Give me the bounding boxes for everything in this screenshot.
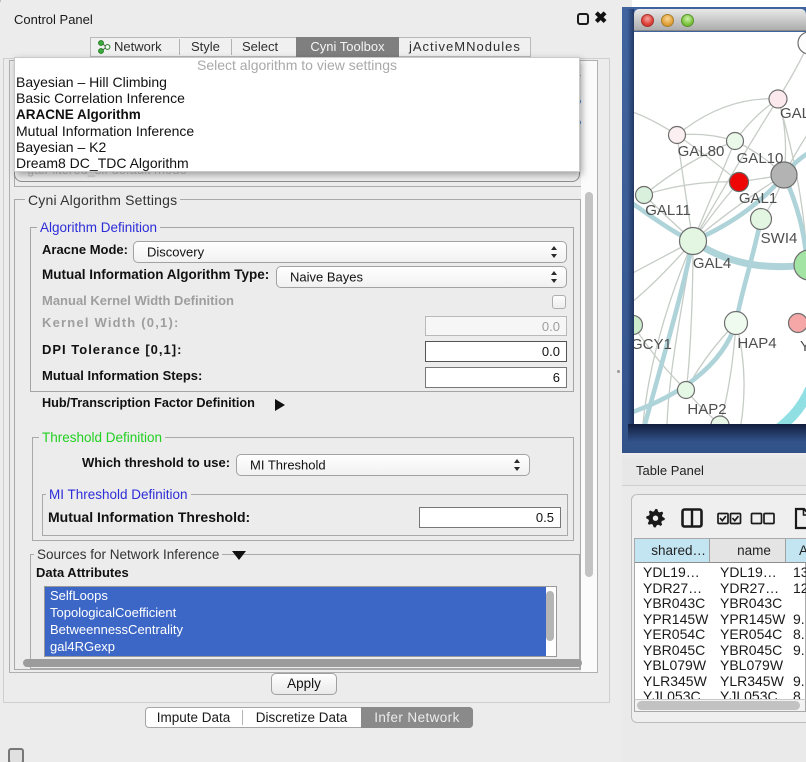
svg-text:GAL80: GAL80: [678, 143, 725, 160]
svg-text:HAP4: HAP4: [737, 335, 776, 352]
svg-text:GAL4: GAL4: [693, 255, 731, 272]
svg-text:GAL10: GAL10: [737, 150, 784, 167]
svg-text:GAL1: GAL1: [739, 190, 777, 207]
svg-text:GCY1: GCY1: [634, 336, 672, 353]
svg-text:GAL11: GAL11: [645, 202, 691, 219]
svg-text:GAL7: GAL7: [780, 105, 806, 122]
svg-text:HAP2: HAP2: [687, 401, 726, 418]
svg-text:SWI4: SWI4: [761, 230, 798, 247]
svg-text:YM: YM: [800, 338, 806, 355]
